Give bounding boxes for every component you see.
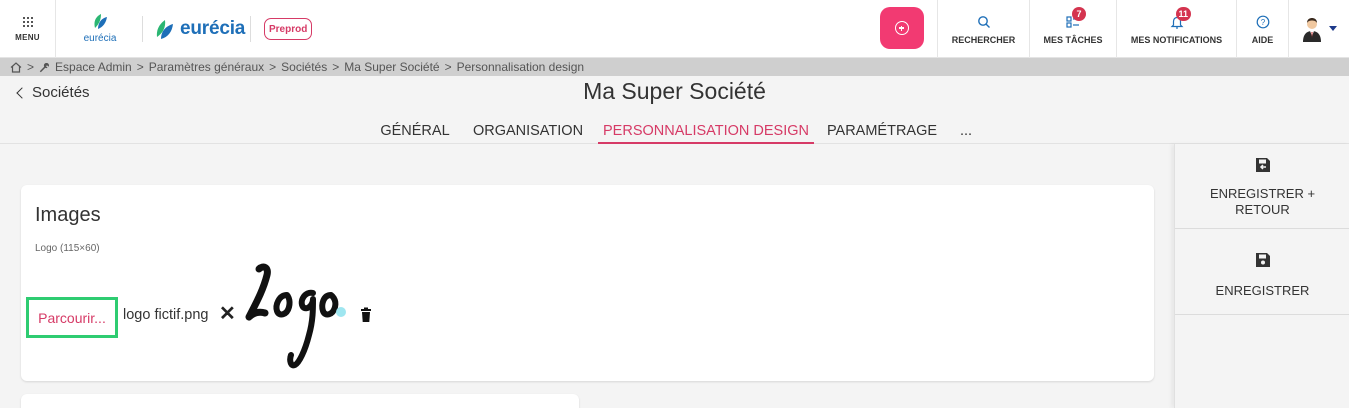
breadcrumb-item-current: Personnalisation design [456,60,585,74]
save-and-return-label: ENREGISTRER + RETOUR [1209,186,1316,217]
divider [142,16,143,42]
back-link[interactable]: Sociétés [16,84,90,101]
divider [250,16,251,42]
browse-button[interactable]: Parcourir... [26,297,118,338]
help-icon: ? [1256,13,1270,29]
my-tasks-button[interactable]: 7 MES TÂCHES [1029,0,1116,58]
chevron-down-icon [1329,26,1337,31]
grid-icon [22,16,33,27]
plus-circle-icon [895,21,909,35]
tab-general[interactable]: GÉNÉRAL [375,120,455,144]
logo-small-text: eurécia [83,33,117,44]
eurecia-leaf-icon [156,20,173,39]
tab-parametrage[interactable]: PARAMÉTRAGE [822,120,942,144]
notifications-label: MES NOTIFICATIONS [1130,35,1223,45]
logo-preview-image [245,263,339,369]
breadcrumb-item[interactable]: Ma Super Société [344,60,439,74]
eurecia-logo-small[interactable]: eurécia [70,10,130,50]
avatar [1303,18,1321,42]
user-menu[interactable] [1288,0,1349,58]
images-card: Images Logo (115×60) Parcourir... logo f… [21,185,1154,381]
tab-personnalisation-design[interactable]: PERSONNALISATION DESIGN [598,120,814,144]
clear-file-button[interactable]: ✕ [219,304,236,324]
breadcrumb-item[interactable]: Sociétés [281,60,327,74]
notifications-count-badge: 11 [1175,7,1192,21]
svg-text:?: ? [1260,18,1265,27]
page-title: Ma Super Société [583,78,766,104]
create-button[interactable] [880,7,924,49]
breadcrumb-separator: > [444,60,452,74]
menu-button[interactable]: MENU [0,0,56,58]
home-icon[interactable] [10,61,22,73]
breadcrumb-item[interactable]: Espace Admin [55,60,132,74]
save-return-icon [1255,158,1270,172]
trash-icon[interactable] [358,307,374,323]
eurecia-logo[interactable]: eurécia [154,14,245,44]
breadcrumb: > Espace Admin > Paramètres généraux > S… [0,58,1349,76]
environment-badge: Preprod [264,18,313,40]
search-button[interactable]: RECHERCHER [937,0,1029,58]
back-link-label: Sociétés [32,84,90,101]
selected-file-name: logo fictif.png [123,307,209,323]
bell-icon: 11 [1170,7,1192,29]
top-header: MENU eurécia eurécia Preprod RECHERCHER … [0,0,1349,58]
menu-label: MENU [15,32,40,42]
breadcrumb-separator: > [269,60,277,74]
save-button[interactable]: ENREGISTRER [1175,229,1349,315]
search-icon [977,13,991,29]
eurecia-leaf-icon [94,14,107,29]
logo-field-label: Logo (115×60) [35,243,100,254]
tab-more[interactable]: ... [952,120,980,144]
help-label: AIDE [1251,35,1274,45]
tab-organisation[interactable]: ORGANISATION [466,120,590,144]
breadcrumb-item[interactable]: Paramètres généraux [149,60,264,74]
breadcrumb-separator: > [27,60,35,74]
chevron-left-icon [16,86,28,99]
my-notifications-button[interactable]: 11 MES NOTIFICATIONS [1116,0,1236,58]
breadcrumb-separator: > [332,60,340,74]
section-title: Images [35,204,101,226]
actions-panel: ENREGISTRER + RETOUR ENREGISTRER [1174,144,1349,408]
tasks-count-badge: 7 [1072,7,1086,21]
save-label: ENREGISTRER [1215,283,1310,298]
breadcrumb-separator: > [136,60,144,74]
logo-text: eurécia [180,18,246,39]
tab-bar: GÉNÉRAL ORGANISATION PERSONNALISATION DE… [0,120,1349,144]
save-and-return-button[interactable]: ENREGISTRER + RETOUR [1175,144,1349,229]
save-icon [1255,253,1270,267]
help-button[interactable]: ? AIDE [1236,0,1288,58]
tasks-label: MES TÂCHES [1043,35,1103,45]
tasks-icon: 7 [1066,7,1086,29]
next-card [21,394,579,408]
status-dot [336,307,346,317]
wrench-icon [39,62,50,73]
search-label: RECHERCHER [951,35,1016,45]
